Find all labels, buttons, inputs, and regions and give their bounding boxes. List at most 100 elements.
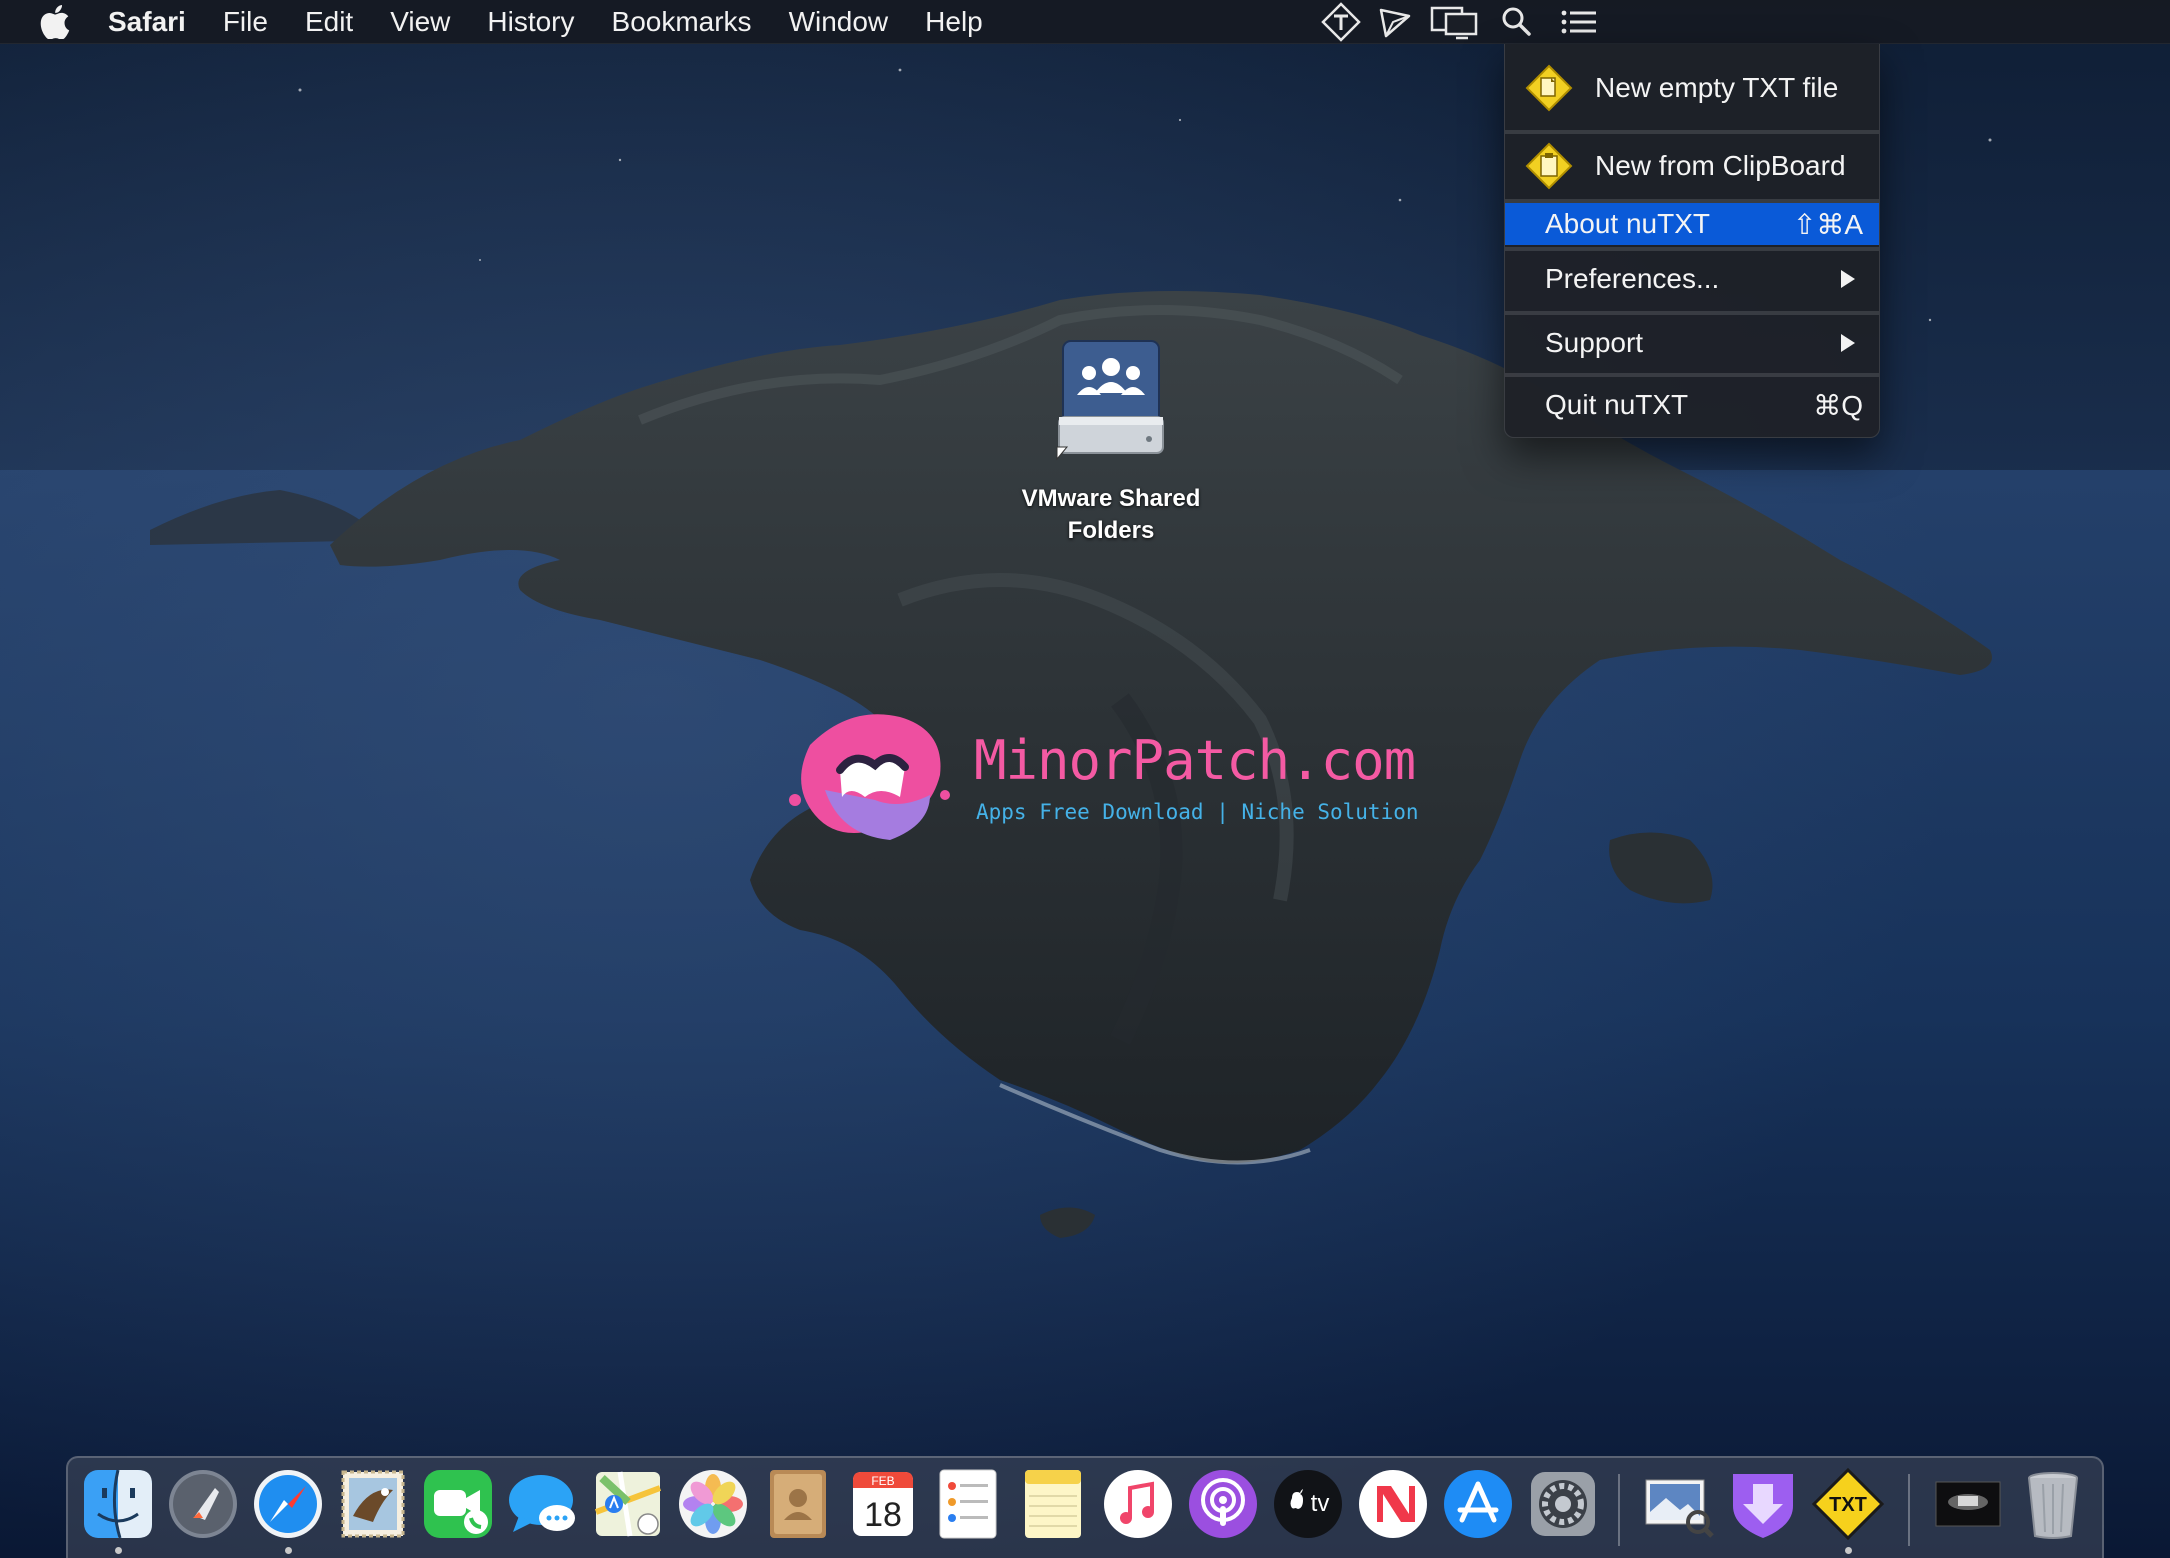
calendar-icon: FEB 18 — [853, 1472, 913, 1536]
dock-item-notes[interactable] — [1015, 1466, 1091, 1542]
desktop-icon-vmware-shared-folders[interactable]: VMware Shared Folders — [1006, 335, 1216, 547]
running-indicator — [115, 1547, 122, 1554]
music-icon — [1104, 1470, 1172, 1538]
minorpatch-logo — [789, 714, 950, 840]
menu-item-new-from-clipboard[interactable]: New from ClipBoard — [1505, 138, 1879, 194]
dock-item-safari[interactable] — [250, 1466, 326, 1542]
menu-item-label: New empty TXT file — [1595, 72, 1839, 103]
facetime-icon — [424, 1470, 492, 1538]
launchpad-icon — [169, 1470, 237, 1538]
maps-icon — [594, 1471, 662, 1537]
menu-view[interactable]: View — [390, 6, 450, 38]
nutxt-icon[interactable] — [1320, 2, 1362, 42]
submenu-arrow-icon — [1841, 270, 1855, 288]
apple-tv-icon: tv — [1274, 1470, 1342, 1538]
dock-item-trash[interactable] — [2015, 1466, 2091, 1542]
dock-item-photos[interactable] — [675, 1466, 751, 1542]
dock-separator — [1908, 1474, 1910, 1546]
menu-bar: Safari File Edit View History Bookmarks … — [0, 0, 2170, 44]
safari-icon — [254, 1470, 322, 1538]
nutxt-dropdown-menu: New empty TXT file New from ClipBoard Ab… — [1504, 44, 1880, 438]
submenu-arrow-icon — [1841, 334, 1855, 352]
menu-item-shortcut: ⌘Q — [1813, 389, 1863, 421]
system-preferences-icon — [1531, 1472, 1595, 1536]
tv-label: tv — [1311, 1490, 1330, 1517]
dock-item-maps[interactable] — [590, 1466, 666, 1542]
dock-item-facetime[interactable] — [420, 1466, 496, 1542]
contacts-icon — [770, 1470, 826, 1538]
menu-help[interactable]: Help — [925, 6, 983, 38]
dock-item-system-preferences[interactable] — [1525, 1466, 1601, 1542]
watermark-title: MinorPatch.com — [974, 729, 1416, 792]
dock-item-podcasts[interactable] — [1185, 1466, 1261, 1542]
menu-item-new-empty-txt[interactable]: New empty TXT file — [1505, 61, 1879, 115]
menu-item-label: Quit nuTXT — [1545, 389, 1689, 420]
watermark: MinorPatch.com Apps Free Download | Nich… — [780, 705, 1420, 855]
menu-item-quit-nutxt[interactable]: Quit nuTXT ⌘Q — [1505, 377, 1879, 433]
downloads-shield-icon — [1733, 1474, 1793, 1538]
dock-item-tv[interactable]: tv — [1270, 1466, 1346, 1542]
reminders-icon — [939, 1469, 997, 1539]
desktop-icon-label-line1: VMware Shared — [1021, 485, 1201, 512]
menu-item-about-nutxt[interactable]: About nuTXT ⇧⌘A — [1505, 203, 1879, 245]
calendar-month: FEB — [871, 1474, 894, 1488]
menu-bookmarks[interactable]: Bookmarks — [612, 6, 752, 38]
spotlight-search-icon[interactable] — [1500, 4, 1532, 40]
running-indicator — [285, 1547, 292, 1554]
dock-item-calendar[interactable]: FEB 18 — [845, 1466, 921, 1542]
menu-item-shortcut: ⇧⌘A — [1792, 208, 1863, 240]
dock-item-mail[interactable] — [335, 1466, 411, 1542]
news-icon — [1359, 1470, 1427, 1538]
dock-item-nutxt[interactable]: TXT — [1810, 1466, 1886, 1542]
dock-item-music[interactable] — [1100, 1466, 1176, 1542]
dock: FEB 18 tv TXT — [66, 1456, 2104, 1558]
clipboard-icon — [1525, 142, 1573, 190]
menu-app-name[interactable]: Safari — [108, 6, 186, 38]
menu-item-preferences[interactable]: Preferences... — [1505, 251, 1879, 307]
nutxt-app-icon: TXT — [1811, 1467, 1885, 1541]
dock-item-contacts[interactable] — [760, 1466, 836, 1542]
menu-history[interactable]: History — [487, 6, 574, 38]
app-store-icon — [1444, 1470, 1512, 1538]
dock-item-screen-stack[interactable] — [1930, 1466, 2006, 1542]
dock-item-preview[interactable] — [1640, 1466, 1716, 1542]
nutxt-label: TXT — [1829, 1494, 1867, 1516]
dock-separator — [1618, 1474, 1620, 1546]
display-mirroring-icon[interactable] — [1430, 4, 1480, 40]
watermark-subtitle: Apps Free Download | Niche Solution — [976, 800, 1419, 824]
mail-icon — [341, 1470, 405, 1538]
trash-icon — [2028, 1472, 2078, 1539]
notification-center-icon[interactable] — [1560, 4, 1598, 40]
messages-icon — [509, 1475, 575, 1532]
dock-item-finder[interactable] — [80, 1466, 156, 1542]
menu-file[interactable]: File — [223, 6, 268, 38]
photos-icon — [679, 1470, 747, 1538]
dock-item-app-store[interactable] — [1440, 1466, 1516, 1542]
menu-item-label: Support — [1545, 327, 1644, 358]
dock-item-reminders[interactable] — [930, 1466, 1006, 1542]
dock-item-messages[interactable] — [505, 1466, 581, 1542]
finder-icon — [84, 1469, 152, 1539]
dock-item-launchpad[interactable] — [165, 1466, 241, 1542]
menu-item-label: New from ClipBoard — [1595, 150, 1846, 181]
shared-drive-icon — [1056, 340, 1164, 461]
desktop-icon-label-line2: Folders — [1067, 517, 1155, 544]
menu-item-label: Preferences... — [1545, 263, 1720, 294]
notes-icon — [1025, 1470, 1081, 1538]
menu-separator — [1505, 130, 1879, 134]
preview-icon — [1645, 1479, 1714, 1538]
dock-item-news[interactable] — [1355, 1466, 1431, 1542]
new-txt-file-icon — [1525, 64, 1573, 112]
dock-item-downloads[interactable] — [1725, 1466, 1801, 1542]
desktop-icon-label: VMware Shared Folders — [1006, 483, 1216, 547]
running-indicator — [1845, 1547, 1852, 1554]
apple-logo-icon[interactable] — [40, 4, 70, 39]
menu-window[interactable]: Window — [789, 6, 889, 38]
send-icon[interactable] — [1378, 4, 1412, 40]
calendar-day: 18 — [864, 1496, 902, 1534]
menu-item-support[interactable]: Support — [1505, 315, 1879, 371]
screenshot-stack-icon — [1935, 1481, 2001, 1527]
menu-item-label: About nuTXT — [1545, 208, 1710, 239]
menu-edit[interactable]: Edit — [305, 6, 353, 38]
podcasts-icon — [1189, 1470, 1257, 1538]
